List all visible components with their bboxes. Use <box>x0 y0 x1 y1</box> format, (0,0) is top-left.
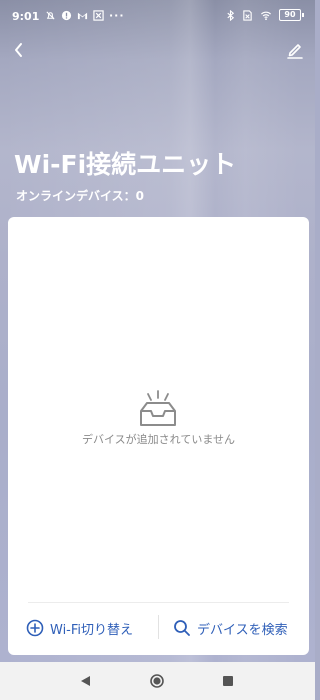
status-right-icons: 90 <box>225 9 304 21</box>
search-devices-label: デバイスを検索 <box>197 622 288 638</box>
wifi-icon <box>260 11 272 20</box>
home-circle-icon[interactable] <box>150 674 164 688</box>
alert-circle-icon <box>61 10 72 21</box>
page-title: Wi-Fi接続ユニット <box>14 150 237 179</box>
recents-square-icon[interactable] <box>222 675 234 687</box>
empty-state-text: デバイスが追加されていません <box>81 433 235 446</box>
system-nav-bar <box>0 662 315 700</box>
device-list-card: デバイスが追加されていません Wi-Fi切り替え デバイスを検索 <box>8 217 309 655</box>
card-divider <box>28 602 289 603</box>
pencil-icon[interactable] <box>283 38 307 62</box>
status-time: 9:01 <box>12 10 40 23</box>
online-devices-count: オンラインデバイス：0 <box>16 189 144 203</box>
status-left-icons: ··· <box>45 9 125 22</box>
gmail-icon <box>77 12 88 20</box>
notifications-off-icon <box>46 11 55 20</box>
bluetooth-icon <box>227 9 235 21</box>
wifi-switch-button[interactable]: Wi-Fi切り替え <box>26 617 133 639</box>
sim-x-icon <box>243 9 252 21</box>
plus-circle-icon <box>26 619 44 637</box>
status-bar: 9:01 ··· 90 <box>0 0 315 32</box>
wifi-switch-label: Wi-Fi切り替え <box>50 622 134 638</box>
status-overflow-dots: ··· <box>109 9 125 22</box>
search-devices-button[interactable]: デバイスを検索 <box>173 617 288 639</box>
battery-icon: 90 <box>279 9 304 21</box>
x-box-icon <box>93 10 104 21</box>
empty-inbox-icon <box>140 390 176 426</box>
back-triangle-icon[interactable] <box>79 675 91 687</box>
chevron-left-icon[interactable] <box>8 38 32 62</box>
action-divider <box>158 615 159 639</box>
search-icon <box>174 620 190 636</box>
